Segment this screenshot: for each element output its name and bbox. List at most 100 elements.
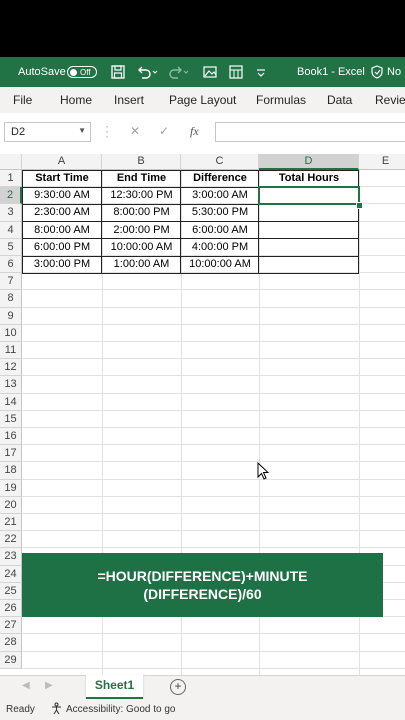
- name-box-value: D2: [11, 126, 26, 138]
- tab-formulas[interactable]: Formulas: [256, 93, 306, 107]
- gridline: [22, 667, 405, 669]
- scroll-left-icon[interactable]: ◀: [22, 680, 30, 691]
- column-header-e[interactable]: E: [359, 154, 405, 170]
- cancel-icon[interactable]: ✕: [130, 124, 140, 138]
- row-header-22[interactable]: 22: [0, 531, 22, 549]
- picture-icon[interactable]: [202, 57, 218, 87]
- row-header-16[interactable]: 16: [0, 428, 22, 446]
- row-header-21[interactable]: 21: [0, 514, 22, 532]
- row-header-25[interactable]: 25: [0, 582, 22, 600]
- worksheet-grid[interactable]: A B C D E 1 2 3 4 5 6 7 8 9 10 11 12 13 14 15 16 17 18 19 2…: [0, 154, 405, 675]
- ribbon-tabs: File Home Insert Page Layout Formulas Da…: [0, 87, 405, 114]
- separator-icon: ⋮: [100, 123, 114, 139]
- row-header-12[interactable]: 12: [0, 359, 22, 377]
- gridline: [22, 375, 405, 377]
- sensitivity-label[interactable]: No: [387, 57, 401, 87]
- undo-icon[interactable]: [136, 57, 158, 87]
- tab-page-layout[interactable]: Page Layout: [169, 93, 236, 107]
- gridline: [22, 392, 405, 394]
- autosave-state: Off: [80, 67, 91, 77]
- gridline: [22, 444, 405, 446]
- selected-cell-d2[interactable]: [258, 186, 360, 205]
- column-header-c[interactable]: C: [181, 154, 259, 170]
- row-header-17[interactable]: 17: [0, 445, 22, 463]
- table-border-line: [22, 238, 359, 240]
- tab-review[interactable]: Review: [375, 93, 405, 107]
- row-header-14[interactable]: 14: [0, 393, 22, 411]
- row-header-18[interactable]: 18: [0, 462, 22, 480]
- shield-icon: [370, 57, 384, 87]
- gridline: [22, 547, 405, 549]
- row-header-29[interactable]: 29: [0, 651, 22, 669]
- name-box[interactable]: D2 ▼: [4, 122, 91, 142]
- column-header-b[interactable]: B: [102, 154, 181, 170]
- formula-banner: =HOUR(DIFFERENCE)+MINUTE (DIFFERENCE)/60: [22, 553, 383, 617]
- row-header-10[interactable]: 10: [0, 324, 22, 342]
- gridline: [22, 289, 405, 291]
- gridline: [22, 409, 405, 411]
- gridline: [22, 461, 405, 463]
- row-header-2[interactable]: 2: [0, 187, 22, 205]
- gridline: [22, 633, 405, 635]
- row-header-13[interactable]: 13: [0, 376, 22, 394]
- form-icon[interactable]: [228, 57, 244, 87]
- customize-toolbar-icon[interactable]: [256, 57, 266, 87]
- sheet-tab-sheet1[interactable]: Sheet1: [86, 675, 143, 699]
- gridline: [22, 650, 405, 652]
- status-bar: Ready Accessibility: Good to go: [0, 699, 405, 720]
- gridline: [22, 495, 405, 497]
- gridline: [22, 341, 405, 342]
- accessibility-icon[interactable]: [50, 702, 63, 718]
- gridline: [22, 323, 405, 325]
- gridline: [22, 306, 405, 308]
- save-icon[interactable]: [110, 57, 126, 87]
- gridline: [22, 427, 405, 428]
- title-bar: AutoSave Off Book1 - Excel No: [0, 57, 405, 87]
- row-header-6[interactable]: 6: [0, 256, 22, 274]
- row-header-19[interactable]: 19: [0, 479, 22, 497]
- row-header-11[interactable]: 11: [0, 342, 22, 360]
- formula-input[interactable]: [215, 122, 405, 142]
- column-header-a[interactable]: A: [22, 154, 102, 170]
- row-header-4[interactable]: 4: [0, 221, 22, 239]
- row-header-15[interactable]: 15: [0, 410, 22, 428]
- insert-function-icon[interactable]: fx: [190, 124, 199, 139]
- scroll-right-icon[interactable]: ▶: [45, 680, 53, 691]
- tab-data[interactable]: Data: [327, 93, 352, 107]
- column-header-d[interactable]: D: [259, 154, 359, 170]
- row-header-20[interactable]: 20: [0, 496, 22, 514]
- row-header-8[interactable]: 8: [0, 290, 22, 308]
- document-title: Book1 - Excel: [297, 66, 365, 78]
- redo-icon[interactable]: [168, 57, 190, 87]
- row-header-5[interactable]: 5: [0, 238, 22, 256]
- autosave-toggle[interactable]: Off: [67, 57, 97, 87]
- formula-bar: D2 ▼ ⋮ ✕ ✓ fx: [0, 113, 405, 155]
- gridline: [22, 530, 405, 532]
- status-accessibility[interactable]: Accessibility: Good to go: [66, 704, 176, 715]
- row-header-28[interactable]: 28: [0, 634, 22, 652]
- row-header-7[interactable]: 7: [0, 273, 22, 291]
- tab-file[interactable]: File: [13, 93, 32, 107]
- row-header-23[interactable]: 23: [0, 548, 22, 566]
- gridline: [22, 358, 405, 360]
- enter-icon[interactable]: ✓: [159, 124, 169, 138]
- chevron-down-icon[interactable]: ▼: [78, 126, 86, 135]
- status-ready: Ready: [6, 704, 35, 715]
- row-header-3[interactable]: 3: [0, 204, 22, 222]
- row-header-27[interactable]: 27: [0, 617, 22, 635]
- row-header-26[interactable]: 26: [0, 600, 22, 618]
- banner-formula-text: =HOUR(DIFFERENCE)+MINUTE (DIFFERENCE)/60: [97, 568, 308, 602]
- fill-handle[interactable]: [356, 202, 363, 209]
- table-border-line: [22, 255, 359, 257]
- autosave-label: AutoSave: [18, 66, 66, 78]
- row-header-24[interactable]: 24: [0, 565, 22, 583]
- tab-insert[interactable]: Insert: [114, 93, 144, 107]
- add-sheet-icon[interactable]: +: [170, 679, 186, 695]
- select-all-corner[interactable]: [0, 154, 22, 170]
- table-border-line: [22, 221, 359, 223]
- row-header-1[interactable]: 1: [0, 170, 22, 188]
- sheet-tabs-bar: ◀ ▶ Sheet1 +: [0, 675, 405, 700]
- row-header-9[interactable]: 9: [0, 307, 22, 325]
- gridline: [22, 478, 405, 480]
- tab-home[interactable]: Home: [60, 93, 92, 107]
